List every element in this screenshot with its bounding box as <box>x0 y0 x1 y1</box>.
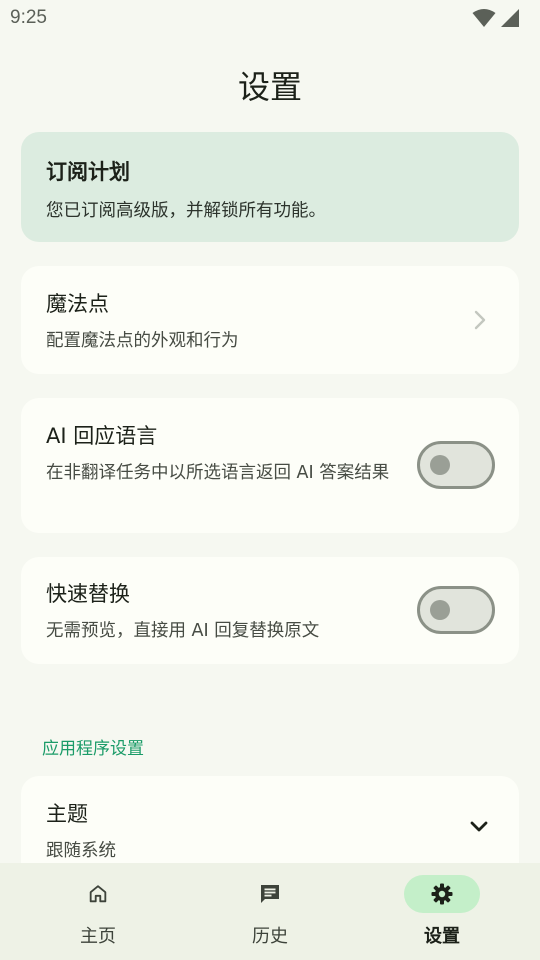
status-time: 9:25 <box>10 7 47 28</box>
wifi-icon <box>472 9 496 27</box>
quick-replace-description: 无需预览，直接用 AI 回复替换原文 <box>46 621 320 641</box>
home-icon <box>89 885 107 903</box>
status-icons <box>472 8 520 28</box>
history-icon <box>261 885 279 903</box>
cell-signal-icon <box>501 9 519 27</box>
theme-title: 主题 <box>46 802 88 826</box>
gear-icon <box>431 883 453 905</box>
nav-label-history: 历史 <box>252 926 288 947</box>
theme-value: 跟随系统 <box>46 841 116 861</box>
toggle-knob <box>430 600 450 620</box>
nav-icon-container <box>60 875 136 913</box>
status-bar: 9:25 <box>0 0 540 38</box>
nav-item-settings[interactable]: 设置 <box>372 863 512 960</box>
nav-label-home: 主页 <box>80 926 116 947</box>
magic-dot-card[interactable]: 魔法点 配置魔法点的外观和行为 <box>21 266 519 374</box>
nav-item-home[interactable]: 主页 <box>28 863 168 960</box>
quick-replace-title: 快速替换 <box>46 582 130 606</box>
page-title: 设置 <box>237 68 302 106</box>
nav-icon-container-active <box>404 875 480 913</box>
magic-dot-description: 配置魔法点的外观和行为 <box>46 331 239 351</box>
toggle-knob <box>430 455 450 475</box>
ai-language-card: AI 回应语言 在非翻译任务中以所选语言返回 AI 答案结果 <box>21 398 519 533</box>
nav-item-history[interactable]: 历史 <box>200 863 340 960</box>
quick-replace-toggle[interactable] <box>417 586 495 634</box>
quick-replace-card: 快速替换 无需预览，直接用 AI 回复替换原文 <box>21 557 519 664</box>
nav-label-settings: 设置 <box>424 926 460 947</box>
ai-language-description: 在非翻译任务中以所选语言返回 AI 答案结果 <box>46 463 390 483</box>
settings-screen: 9:25 设置 订阅计划 您已订阅高级版，并解锁所有功能。 魔法点 配置魔法点的… <box>0 0 540 960</box>
app-settings-section-label: 应用程序设置 <box>42 739 144 759</box>
ai-language-title: AI 回应语言 <box>46 424 158 448</box>
nav-icon-container <box>232 875 308 913</box>
ai-language-toggle[interactable] <box>417 441 495 489</box>
chevron-down-icon[interactable] <box>469 820 489 834</box>
subscription-title: 订阅计划 <box>46 160 130 184</box>
bottom-navigation: 主页 历史 设置 <box>0 863 540 960</box>
chevron-right-icon <box>474 310 486 330</box>
magic-dot-title: 魔法点 <box>46 292 109 316</box>
subscription-card[interactable]: 订阅计划 您已订阅高级版，并解锁所有功能。 <box>21 132 519 242</box>
subscription-description: 您已订阅高级版，并解锁所有功能。 <box>46 201 326 221</box>
